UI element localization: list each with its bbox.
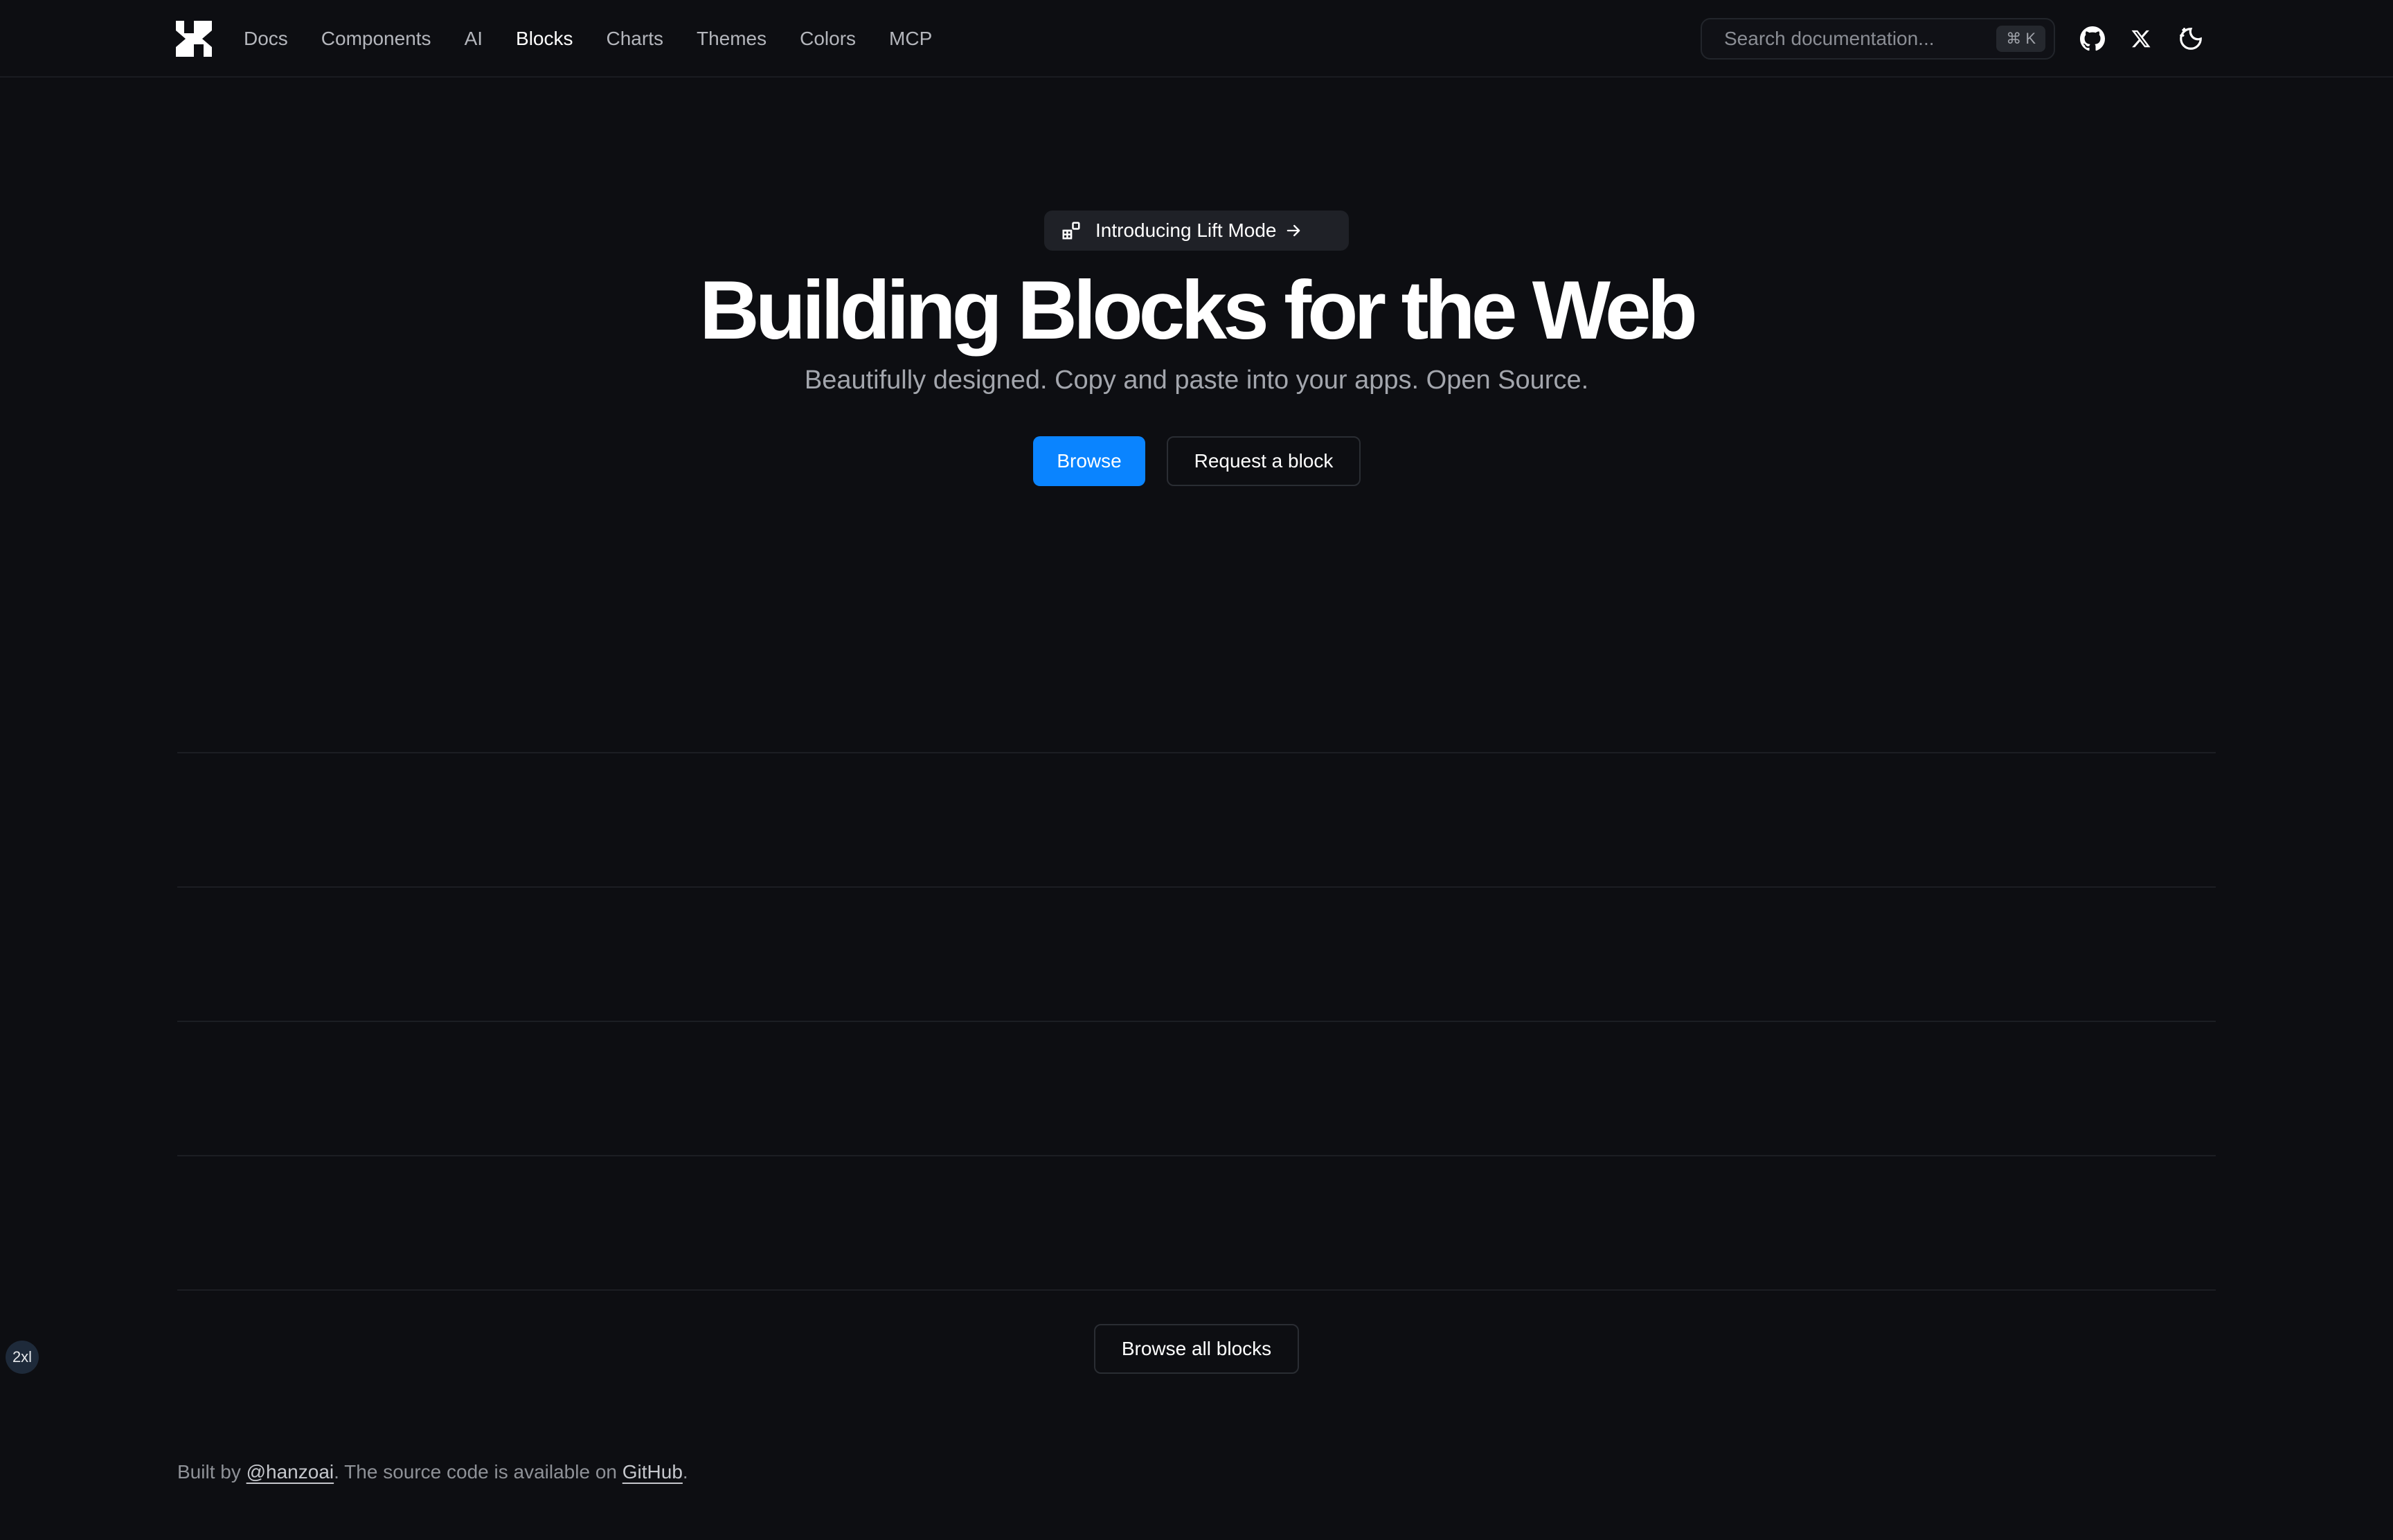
footer-prefix: Built by xyxy=(177,1461,247,1483)
page-subtitle: Beautifully designed. Copy and paste int… xyxy=(804,366,1589,395)
search-placeholder: Search documentation... xyxy=(1724,28,1935,49)
search-input[interactable]: Search documentation... ⌘ K xyxy=(1701,18,2055,60)
breakpoint-badge: 2xl xyxy=(6,1341,39,1374)
request-block-button[interactable]: Request a block xyxy=(1167,436,1361,486)
arrow-right-icon xyxy=(1284,221,1303,240)
footer-suffix: . xyxy=(682,1461,688,1483)
announcement-link[interactable]: Introducing Lift Mode xyxy=(1044,211,1349,251)
block-row-divider xyxy=(177,752,2216,753)
x-icon[interactable] xyxy=(2126,24,2156,54)
browse-all-blocks-button[interactable]: Browse all blocks xyxy=(1094,1324,1299,1374)
github-link[interactable]: GitHub xyxy=(622,1461,683,1483)
browse-button[interactable]: Browse xyxy=(1033,436,1145,486)
block-row-divider xyxy=(177,1155,2216,1156)
block-row-divider xyxy=(177,1289,2216,1291)
nav-themes[interactable]: Themes xyxy=(697,28,767,50)
github-icon[interactable] xyxy=(2077,24,2108,54)
main-nav: Docs Components AI Blocks Charts Themes … xyxy=(244,0,965,78)
nav-colors[interactable]: Colors xyxy=(800,28,856,50)
search-shortcut: ⌘ K xyxy=(1996,26,2045,52)
site-header: Docs Components AI Blocks Charts Themes … xyxy=(0,0,2393,78)
nav-docs[interactable]: Docs xyxy=(244,28,288,50)
logo-icon[interactable] xyxy=(176,21,212,57)
footer-middle: . The source code is available on xyxy=(334,1461,622,1483)
block-row-divider xyxy=(177,1021,2216,1022)
block-row-divider xyxy=(177,886,2216,888)
footer-text: Built by @hanzoai. The source code is av… xyxy=(177,1461,688,1483)
nav-mcp[interactable]: MCP xyxy=(889,28,932,50)
blocks-icon xyxy=(1062,222,1080,240)
page-title: Building Blocks for the Web xyxy=(699,264,1698,357)
announcement-text: Introducing Lift Mode xyxy=(1095,220,1277,241)
nav-charts[interactable]: Charts xyxy=(607,28,663,50)
author-link[interactable]: @hanzoai xyxy=(247,1461,334,1483)
nav-ai[interactable]: AI xyxy=(465,28,483,50)
nav-components[interactable]: Components xyxy=(321,28,431,50)
nav-blocks[interactable]: Blocks xyxy=(516,28,573,50)
theme-toggle-icon[interactable] xyxy=(2176,24,2206,54)
